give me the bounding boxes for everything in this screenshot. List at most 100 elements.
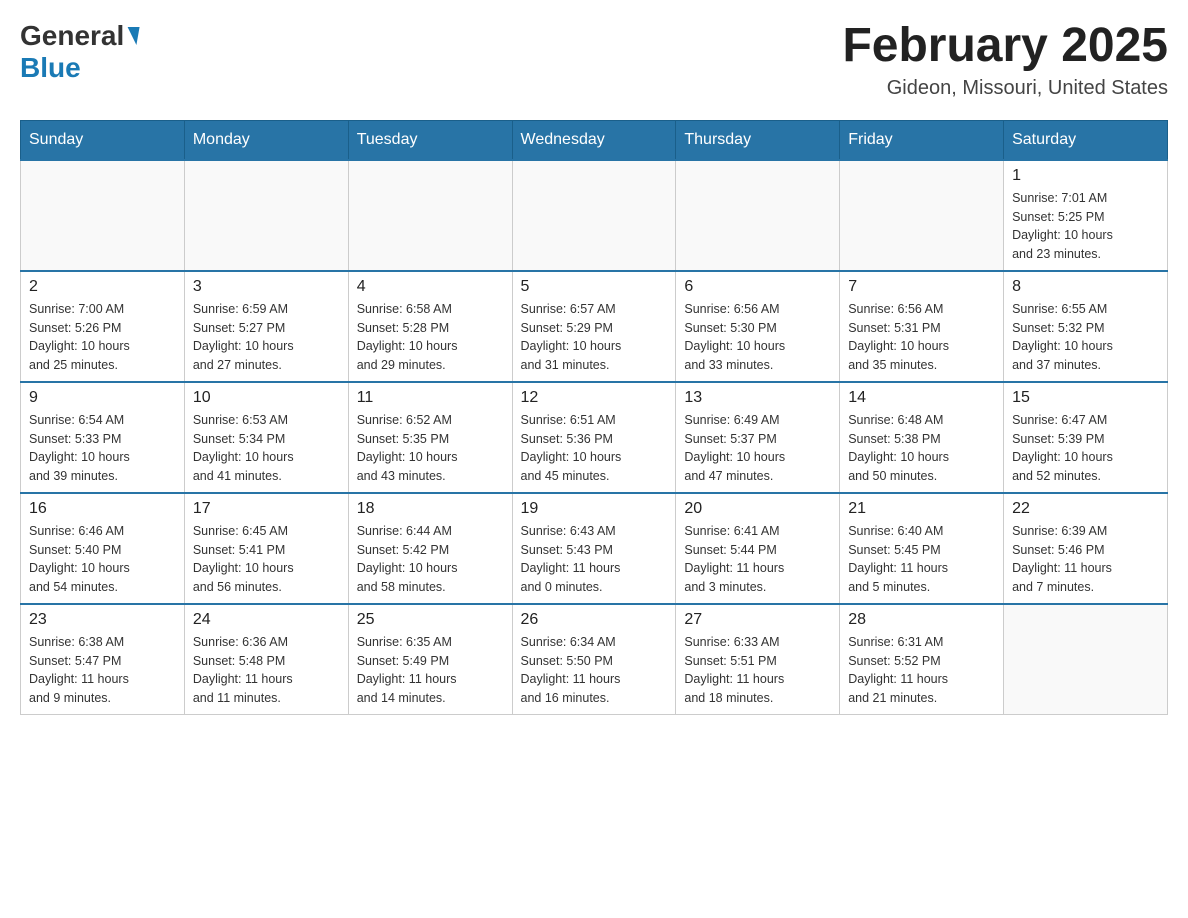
- day-cell: 2 Sunrise: 7:00 AMSunset: 5:26 PMDaylight…: [21, 271, 185, 382]
- day-number: 27: [684, 611, 831, 629]
- day-cell: [676, 160, 840, 271]
- day-number: 11: [357, 389, 504, 407]
- day-cell: 23 Sunrise: 6:38 AMSunset: 5:47 PMDayligh…: [21, 604, 185, 715]
- day-cell: 17Sunrise: 6:45 AMSunset: 5:41 PMDayligh…: [184, 493, 348, 604]
- day-number: 15: [1012, 389, 1159, 407]
- day-cell: 1 Sunrise: 7:01 AMSunset: 5:25 PMDaylight…: [1004, 160, 1168, 271]
- day-cell: 7 Sunrise: 6:56 AMSunset: 5:31 PMDaylight…: [840, 271, 1004, 382]
- day-cell: 24 Sunrise: 6:36 AMSunset: 5:48 PMDayligh…: [184, 604, 348, 715]
- day-cell: [21, 160, 185, 271]
- day-number: 26: [521, 611, 668, 629]
- week-row-1: 1 Sunrise: 7:01 AMSunset: 5:25 PMDaylight…: [21, 160, 1168, 271]
- day-info: Sunrise: 6:56 AMSunset: 5:30 PMDaylight:…: [684, 300, 831, 375]
- day-info: Sunrise: 6:36 AMSunset: 5:48 PMDaylight:…: [193, 633, 340, 708]
- day-number: 2: [29, 278, 176, 296]
- day-cell: 28Sunrise: 6:31 AMSunset: 5:52 PMDayligh…: [840, 604, 1004, 715]
- day-cell: [1004, 604, 1168, 715]
- day-number: 13: [684, 389, 831, 407]
- day-cell: 12 Sunrise: 6:51 AMSunset: 5:36 PMDayligh…: [512, 382, 676, 493]
- column-header-wednesday: Wednesday: [512, 120, 676, 160]
- calendar-header-row: SundayMondayTuesdayWednesdayThursdayFrid…: [21, 120, 1168, 160]
- column-header-tuesday: Tuesday: [348, 120, 512, 160]
- day-cell: 5 Sunrise: 6:57 AMSunset: 5:29 PMDaylight…: [512, 271, 676, 382]
- week-row-2: 2 Sunrise: 7:00 AMSunset: 5:26 PMDaylight…: [21, 271, 1168, 382]
- day-info: Sunrise: 6:38 AMSunset: 5:47 PMDaylight:…: [29, 633, 176, 708]
- day-number: 20: [684, 500, 831, 518]
- day-info: Sunrise: 6:43 AMSunset: 5:43 PMDaylight:…: [521, 522, 668, 597]
- day-cell: 14 Sunrise: 6:48 AMSunset: 5:38 PMDayligh…: [840, 382, 1004, 493]
- day-cell: 6 Sunrise: 6:56 AMSunset: 5:30 PMDaylight…: [676, 271, 840, 382]
- day-info: Sunrise: 6:49 AMSunset: 5:37 PMDaylight:…: [684, 411, 831, 486]
- day-cell: 11Sunrise: 6:52 AMSunset: 5:35 PMDayligh…: [348, 382, 512, 493]
- day-info: Sunrise: 6:39 AMSunset: 5:46 PMDaylight:…: [1012, 522, 1159, 597]
- page-header: General Blue February 2025 Gideon, Misso…: [20, 20, 1168, 100]
- day-cell: [840, 160, 1004, 271]
- day-number: 8: [1012, 278, 1159, 296]
- day-number: 4: [357, 278, 504, 296]
- column-header-thursday: Thursday: [676, 120, 840, 160]
- day-number: 1: [1012, 167, 1159, 185]
- day-info: Sunrise: 6:40 AMSunset: 5:45 PMDaylight:…: [848, 522, 995, 597]
- day-info: Sunrise: 6:55 AMSunset: 5:32 PMDaylight:…: [1012, 300, 1159, 375]
- day-info: Sunrise: 7:01 AMSunset: 5:25 PMDaylight:…: [1012, 189, 1159, 264]
- day-number: 25: [357, 611, 504, 629]
- week-row-4: 16 Sunrise: 6:46 AMSunset: 5:40 PMDayligh…: [21, 493, 1168, 604]
- day-cell: 13 Sunrise: 6:49 AMSunset: 5:37 PMDayligh…: [676, 382, 840, 493]
- day-info: Sunrise: 6:58 AMSunset: 5:28 PMDaylight:…: [357, 300, 504, 375]
- column-header-monday: Monday: [184, 120, 348, 160]
- day-number: 16: [29, 500, 176, 518]
- day-cell: 10 Sunrise: 6:53 AMSunset: 5:34 PMDayligh…: [184, 382, 348, 493]
- day-number: 18: [357, 500, 504, 518]
- day-number: 3: [193, 278, 340, 296]
- logo-blue-text: Blue: [20, 52, 81, 84]
- day-number: 24: [193, 611, 340, 629]
- day-cell: 15 Sunrise: 6:47 AMSunset: 5:39 PMDayligh…: [1004, 382, 1168, 493]
- day-number: 7: [848, 278, 995, 296]
- day-info: Sunrise: 6:46 AMSunset: 5:40 PMDaylight:…: [29, 522, 176, 597]
- day-info: Sunrise: 6:31 AMSunset: 5:52 PMDaylight:…: [848, 633, 995, 708]
- day-cell: 18 Sunrise: 6:44 AMSunset: 5:42 PMDayligh…: [348, 493, 512, 604]
- day-cell: 16 Sunrise: 6:46 AMSunset: 5:40 PMDayligh…: [21, 493, 185, 604]
- day-info: Sunrise: 6:41 AMSunset: 5:44 PMDaylight:…: [684, 522, 831, 597]
- logo-general-text: General: [20, 20, 124, 52]
- day-cell: [512, 160, 676, 271]
- day-number: 14: [848, 389, 995, 407]
- day-number: 5: [521, 278, 668, 296]
- day-info: Sunrise: 6:51 AMSunset: 5:36 PMDaylight:…: [521, 411, 668, 486]
- day-info: Sunrise: 6:53 AMSunset: 5:34 PMDaylight:…: [193, 411, 340, 486]
- day-cell: 3Sunrise: 6:59 AMSunset: 5:27 PMDaylight…: [184, 271, 348, 382]
- day-number: 21: [848, 500, 995, 518]
- day-cell: 27 Sunrise: 6:33 AMSunset: 5:51 PMDayligh…: [676, 604, 840, 715]
- column-header-friday: Friday: [840, 120, 1004, 160]
- day-number: 22: [1012, 500, 1159, 518]
- day-cell: 8 Sunrise: 6:55 AMSunset: 5:32 PMDaylight…: [1004, 271, 1168, 382]
- day-number: 6: [684, 278, 831, 296]
- day-cell: 21 Sunrise: 6:40 AMSunset: 5:45 PMDayligh…: [840, 493, 1004, 604]
- day-number: 10: [193, 389, 340, 407]
- day-info: Sunrise: 6:33 AMSunset: 5:51 PMDaylight:…: [684, 633, 831, 708]
- day-info: Sunrise: 6:47 AMSunset: 5:39 PMDaylight:…: [1012, 411, 1159, 486]
- day-cell: 20 Sunrise: 6:41 AMSunset: 5:44 PMDayligh…: [676, 493, 840, 604]
- day-cell: 22 Sunrise: 6:39 AMSunset: 5:46 PMDayligh…: [1004, 493, 1168, 604]
- month-year-title: February 2025: [842, 20, 1168, 73]
- day-number: 12: [521, 389, 668, 407]
- logo-arrow-icon: [125, 27, 140, 45]
- week-row-5: 23 Sunrise: 6:38 AMSunset: 5:47 PMDayligh…: [21, 604, 1168, 715]
- day-number: 9: [29, 389, 176, 407]
- calendar-table: SundayMondayTuesdayWednesdayThursdayFrid…: [20, 120, 1168, 715]
- title-block: February 2025 Gideon, Missouri, United S…: [842, 20, 1168, 100]
- day-cell: 9 Sunrise: 6:54 AMSunset: 5:33 PMDaylight…: [21, 382, 185, 493]
- day-cell: 19Sunrise: 6:43 AMSunset: 5:43 PMDayligh…: [512, 493, 676, 604]
- week-row-3: 9 Sunrise: 6:54 AMSunset: 5:33 PMDaylight…: [21, 382, 1168, 493]
- day-info: Sunrise: 6:44 AMSunset: 5:42 PMDaylight:…: [357, 522, 504, 597]
- logo: General Blue: [20, 20, 140, 84]
- day-number: 23: [29, 611, 176, 629]
- day-info: Sunrise: 6:54 AMSunset: 5:33 PMDaylight:…: [29, 411, 176, 486]
- day-info: Sunrise: 6:56 AMSunset: 5:31 PMDaylight:…: [848, 300, 995, 375]
- day-info: Sunrise: 7:00 AMSunset: 5:26 PMDaylight:…: [29, 300, 176, 375]
- day-number: 17: [193, 500, 340, 518]
- column-header-sunday: Sunday: [21, 120, 185, 160]
- day-info: Sunrise: 6:48 AMSunset: 5:38 PMDaylight:…: [848, 411, 995, 486]
- day-info: Sunrise: 6:57 AMSunset: 5:29 PMDaylight:…: [521, 300, 668, 375]
- day-cell: 26Sunrise: 6:34 AMSunset: 5:50 PMDayligh…: [512, 604, 676, 715]
